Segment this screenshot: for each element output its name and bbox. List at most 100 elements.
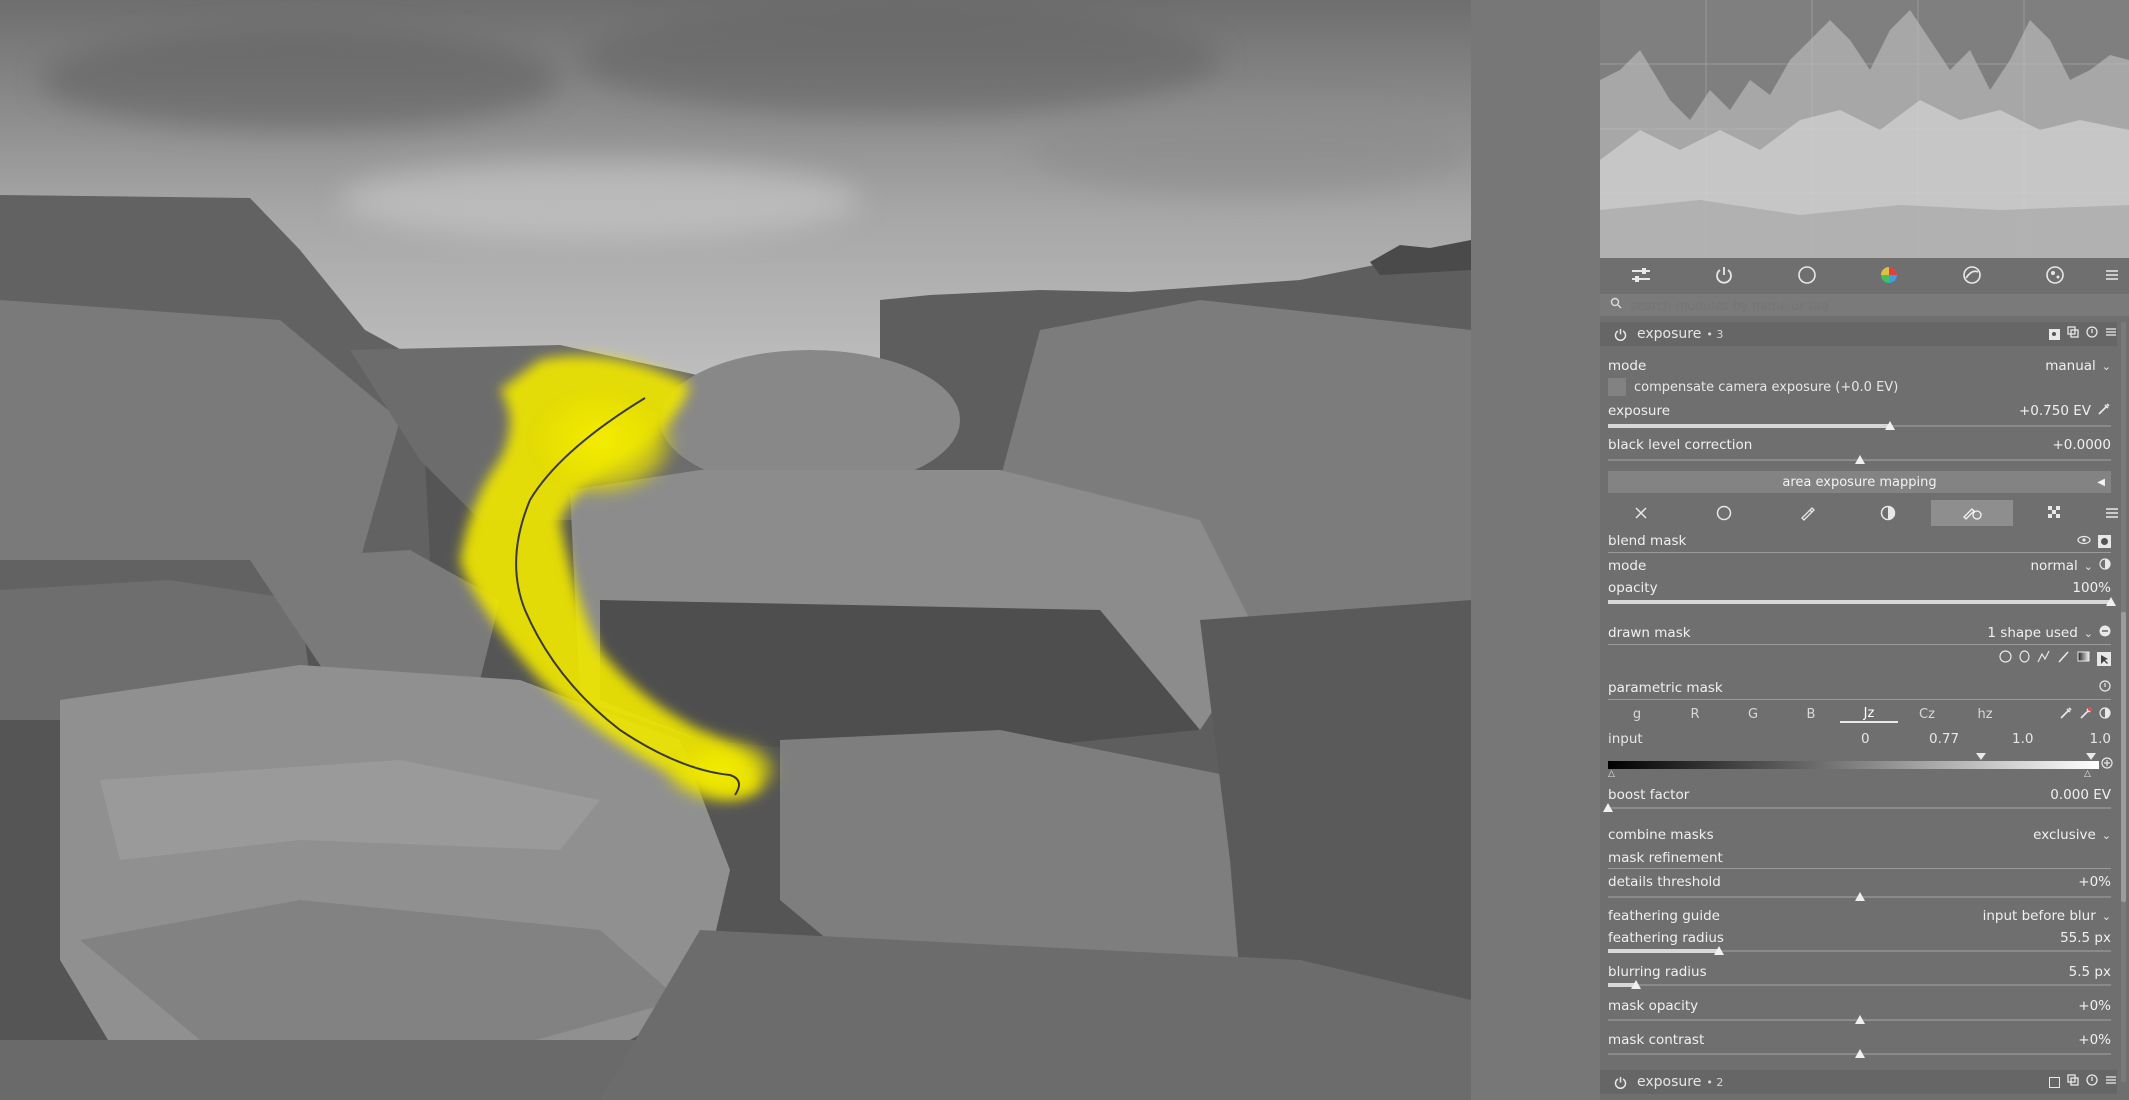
input-label: input: [1608, 731, 1643, 747]
raster-mask-icon[interactable]: [2013, 500, 2096, 526]
edit-mask-icon[interactable]: [2097, 651, 2111, 666]
slider-handle[interactable]: [1854, 455, 1865, 464]
parametric-mask-icon[interactable]: [1848, 500, 1931, 526]
reset-icon[interactable]: [2086, 1074, 2098, 1090]
multi-instance-icon[interactable]: [2067, 326, 2079, 342]
drawn-mask-row[interactable]: drawn mask 1 shape used ⌄: [1608, 624, 2111, 642]
slider-handle[interactable]: [1884, 421, 1895, 430]
add-gradient-icon[interactable]: [2077, 650, 2090, 667]
module-group-bar: [1600, 258, 2129, 292]
module-power-icon[interactable]: [1614, 1076, 1627, 1089]
blend-mode-combobox[interactable]: mode normal ⌄: [1608, 557, 2111, 575]
display-mask-icon[interactable]: [2098, 534, 2111, 548]
channel-tab-Cz[interactable]: Cz: [1898, 707, 1956, 722]
presets-icon[interactable]: [2105, 326, 2117, 342]
remove-shapes-icon[interactable]: [2099, 625, 2111, 641]
input-gradient-slider[interactable]: △ △: [1608, 751, 2113, 779]
add-marker-icon[interactable]: [2101, 757, 2113, 773]
feathering-guide-combobox[interactable]: feathering guide input before blur ⌄: [1608, 907, 2111, 925]
module-power-icon[interactable]: [1614, 328, 1627, 341]
invert-polarity-icon[interactable]: [2099, 707, 2111, 723]
input-row: input 0 0.77 1.0 1.0: [1608, 731, 2111, 749]
slider-handle[interactable]: [1854, 1049, 1865, 1058]
checkbox-box[interactable]: [1608, 378, 1626, 396]
marker-triangle-outline[interactable]: △: [2084, 769, 2091, 779]
drawn-parametric-mask-icon[interactable]: [1930, 500, 2014, 526]
panel-scrollbar[interactable]: [2121, 322, 2126, 1082]
mask-indicator-icon[interactable]: [2049, 328, 2060, 340]
compensate-exposure-checkbox[interactable]: compensate camera exposure (+0.0 EV): [1608, 377, 1898, 397]
channel-tab-R[interactable]: R: [1666, 707, 1724, 722]
scrollbar-thumb[interactable]: [2121, 612, 2126, 902]
color-modules-icon[interactable]: [1848, 258, 1931, 292]
waveform-histogram[interactable]: [1600, 0, 2129, 258]
presets-menu-icon[interactable]: [2096, 258, 2129, 292]
slider-handle[interactable]: [2106, 597, 2116, 606]
slider-handle[interactable]: [1854, 1015, 1865, 1024]
area-exposure-mapping-section[interactable]: area exposure mapping ◀: [1608, 471, 2111, 493]
channel-tab-g[interactable]: g: [1608, 707, 1666, 722]
uniform-blend-icon[interactable]: [1683, 500, 1766, 526]
picker-set-icon[interactable]: [2079, 706, 2093, 724]
slider-handle[interactable]: [1854, 892, 1865, 901]
input-value-3: 1.0: [2089, 731, 2111, 747]
module-instance: • 3: [1706, 327, 1724, 341]
slider-fill: [1608, 424, 1890, 428]
parametric-reset-icon[interactable]: [2099, 680, 2111, 696]
image-canvas[interactable]: [0, 0, 1471, 1100]
marker-triangle[interactable]: [2086, 753, 2096, 760]
chevron-down-icon: ⌄: [2101, 828, 2111, 842]
channel-tab-G[interactable]: G: [1724, 707, 1782, 722]
mask-opacity-slider[interactable]: [1608, 1013, 2111, 1027]
correct-modules-icon[interactable]: [1931, 258, 2014, 292]
exposure-slider[interactable]: [1608, 419, 2111, 433]
add-brush-icon[interactable]: [2057, 650, 2070, 667]
black-level-slider[interactable]: [1608, 453, 2111, 467]
opacity-slider[interactable]: [1608, 595, 2116, 609]
blurring-radius-slider[interactable]: [1608, 978, 2111, 992]
channel-tab-hz[interactable]: hz: [1956, 707, 2014, 722]
exposure-module-2-header[interactable]: exposure • 2: [1600, 1070, 2117, 1094]
multi-instance-icon[interactable]: [2067, 1074, 2079, 1090]
add-ellipse-icon[interactable]: [2019, 650, 2030, 667]
mask-contrast-value: +0%: [2078, 1032, 2111, 1048]
mask-indicator-icon[interactable]: [2049, 1076, 2060, 1088]
color-picker-icon[interactable]: [2097, 402, 2111, 420]
combine-masks-value: exclusive: [2033, 827, 2096, 843]
base-modules-circle-icon[interactable]: [1765, 258, 1848, 292]
marker-triangle[interactable]: [1976, 753, 1986, 760]
input-value-0: 0: [1861, 731, 1870, 747]
slider-track: [1608, 807, 2111, 809]
active-modules-power-icon[interactable]: [1683, 258, 1766, 292]
slider-fill: [1608, 600, 2111, 604]
drawn-mask-icon[interactable]: [1765, 500, 1848, 526]
marker-triangle-outline[interactable]: △: [1608, 769, 1615, 779]
area-mapping-label: area exposure mapping: [1782, 474, 1937, 490]
effect-modules-icon[interactable]: [2013, 258, 2096, 292]
add-circle-icon[interactable]: [1999, 650, 2012, 667]
channel-tab-Jz[interactable]: Jz: [1840, 706, 1898, 723]
collapse-arrow-icon: ◀: [2097, 476, 2105, 488]
search-input[interactable]: [1628, 296, 2032, 314]
combine-masks-combobox[interactable]: combine masks exclusive ⌄: [1608, 826, 2111, 844]
eye-icon[interactable]: [2077, 533, 2091, 549]
feathering-radius-slider[interactable]: [1608, 944, 2111, 958]
exposure-value: +0.750 EV: [2018, 403, 2091, 419]
blend-off-icon[interactable]: [1600, 500, 1683, 526]
quick-access-icon[interactable]: [1600, 258, 1683, 292]
picker-icon[interactable]: [2059, 706, 2073, 724]
boost-factor-slider[interactable]: [1603, 801, 2111, 815]
blend-reverse-icon[interactable]: [2099, 558, 2111, 574]
exposure-module-header[interactable]: exposure • 3: [1600, 322, 2117, 346]
mask-contrast-slider[interactable]: [1608, 1047, 2111, 1061]
channel-tab-B[interactable]: B: [1782, 707, 1840, 722]
module-search[interactable]: [1600, 294, 2129, 316]
add-path-icon[interactable]: [2037, 650, 2050, 667]
slider-handle[interactable]: [1713, 946, 1724, 955]
slider-handle[interactable]: [1630, 980, 1641, 989]
slider-handle[interactable]: [1603, 803, 1613, 812]
presets-icon[interactable]: [2105, 1074, 2117, 1090]
exposure-mode-combobox[interactable]: mode manual ⌄: [1608, 357, 2111, 375]
details-threshold-slider[interactable]: [1608, 890, 2111, 904]
reset-icon[interactable]: [2086, 326, 2098, 342]
